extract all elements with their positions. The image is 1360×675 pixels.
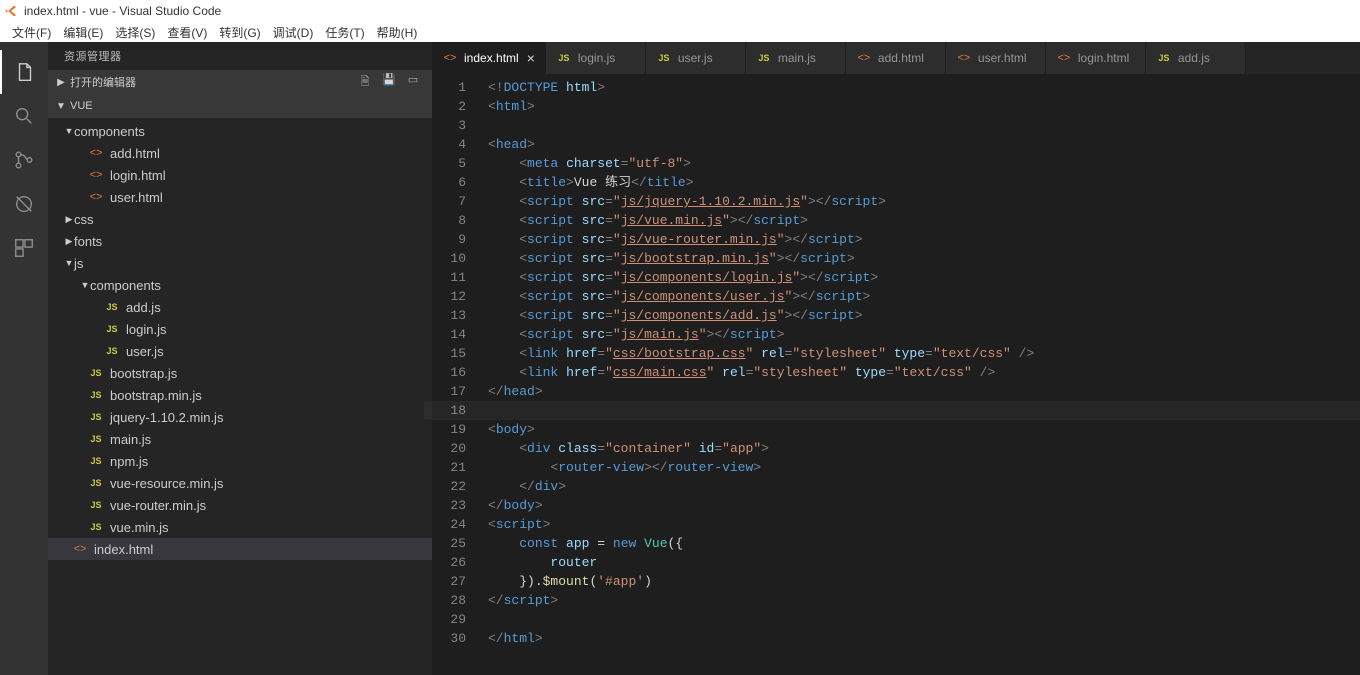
html-icon: <> (856, 52, 872, 64)
menubar: 文件(F) 编辑(E) 选择(S) 查看(V) 转到(G) 调试(D) 任务(T… (0, 22, 1360, 42)
code-content[interactable]: <!DOCTYPE html><html> <head> <meta chars… (480, 74, 1360, 675)
editor-tab[interactable]: <> index.html × (432, 42, 546, 74)
explorer-sidebar: 资源管理器 ▶ 打开的编辑器 🗎 💾 ▭ ▼ VUE ▼components <… (48, 42, 432, 675)
html-icon: <> (442, 52, 458, 64)
menu-select[interactable]: 选择(S) (109, 24, 161, 41)
editor-tab[interactable]: <> add.html (846, 42, 946, 74)
tree-file[interactable]: JSnpm.js (48, 450, 432, 472)
line-gutter: 1234567891011121314151617181920212223242… (432, 74, 480, 675)
tab-label: user.html (978, 51, 1027, 65)
extensions-icon[interactable] (0, 226, 48, 270)
new-file-icon[interactable]: 🗎 (358, 73, 372, 92)
code-editor[interactable]: 1234567891011121314151617181920212223242… (432, 74, 1360, 675)
editor-tab[interactable]: JS user.js (646, 42, 746, 74)
chevron-right-icon: ▶ (56, 77, 66, 88)
file-tree: ▼components <>add.html <>login.html <>us… (48, 118, 432, 675)
editor-tab[interactable]: <> user.html (946, 42, 1046, 74)
tree-file[interactable]: JSlogin.js (48, 318, 432, 340)
tree-folder-js[interactable]: ▼js (48, 252, 432, 274)
menu-debug[interactable]: 调试(D) (267, 24, 320, 41)
source-control-icon[interactable] (0, 138, 48, 182)
editor-tab[interactable]: JS login.js (546, 42, 646, 74)
tree-file[interactable]: JSmain.js (48, 428, 432, 450)
js-icon: JS (756, 53, 772, 63)
tree-folder-components[interactable]: ▼components (48, 120, 432, 142)
tree-folder-css[interactable]: ▶css (48, 208, 432, 230)
menu-edit[interactable]: 编辑(E) (57, 24, 109, 41)
save-all-icon[interactable]: 💾 (382, 73, 396, 92)
tree-file[interactable]: JSadd.js (48, 296, 432, 318)
tree-folder-fonts[interactable]: ▶fonts (48, 230, 432, 252)
chevron-down-icon: ▼ (56, 101, 66, 112)
tab-label: main.js (778, 51, 816, 65)
menu-tasks[interactable]: 任务(T) (319, 24, 370, 41)
tree-file[interactable]: <>add.html (48, 142, 432, 164)
menu-view[interactable]: 查看(V) (161, 24, 213, 41)
js-icon: JS (1156, 53, 1172, 63)
tree-file[interactable]: <>user.html (48, 186, 432, 208)
menu-file[interactable]: 文件(F) (6, 24, 57, 41)
search-icon[interactable] (0, 94, 48, 138)
tree-file[interactable]: JSbootstrap.js (48, 362, 432, 384)
window-titlebar: index.html - vue - Visual Studio Code (0, 0, 1360, 22)
close-all-icon[interactable]: ▭ (406, 73, 420, 92)
html-icon: <> (956, 52, 972, 64)
tree-file[interactable]: JSuser.js (48, 340, 432, 362)
menu-help[interactable]: 帮助(H) (371, 24, 424, 41)
project-header[interactable]: ▼ VUE (48, 94, 432, 118)
tree-file[interactable]: JSvue.min.js (48, 516, 432, 538)
js-icon: JS (656, 53, 672, 63)
tab-label: user.js (678, 51, 713, 65)
tree-file-index[interactable]: <>index.html (48, 538, 432, 560)
menu-goto[interactable]: 转到(G) (213, 24, 266, 41)
tab-label: login.html (1078, 51, 1129, 65)
explorer-icon[interactable] (0, 50, 48, 94)
tab-label: login.js (578, 51, 615, 65)
tree-file[interactable]: <>login.html (48, 164, 432, 186)
open-editors-header[interactable]: ▶ 打开的编辑器 🗎 💾 ▭ (48, 70, 432, 94)
tree-folder-components-js[interactable]: ▼components (48, 274, 432, 296)
vscode-logo-icon (4, 4, 18, 18)
editor-tab[interactable]: JS main.js (746, 42, 846, 74)
editor-tabs: <> index.html × JS login.js JS user.js JS main.j… (432, 42, 1360, 74)
editor-tab[interactable]: <> login.html (1046, 42, 1146, 74)
debug-icon[interactable] (0, 182, 48, 226)
editor-area: <> index.html × JS login.js JS user.js JS main.j… (432, 42, 1360, 675)
html-icon: <> (1056, 52, 1072, 64)
tree-file[interactable]: JSjquery-1.10.2.min.js (48, 406, 432, 428)
tree-file[interactable]: JSbootstrap.min.js (48, 384, 432, 406)
sidebar-title: 资源管理器 (48, 42, 432, 70)
activity-bar (0, 42, 48, 675)
tab-label: add.js (1178, 51, 1210, 65)
editor-tab[interactable]: JS add.js (1146, 42, 1246, 74)
js-icon: JS (556, 53, 572, 63)
close-icon[interactable]: × (527, 50, 535, 66)
window-title: index.html - vue - Visual Studio Code (24, 4, 221, 18)
tree-file[interactable]: JSvue-router.min.js (48, 494, 432, 516)
tab-label: add.html (878, 51, 924, 65)
tree-file[interactable]: JSvue-resource.min.js (48, 472, 432, 494)
tab-label: index.html (464, 51, 519, 65)
